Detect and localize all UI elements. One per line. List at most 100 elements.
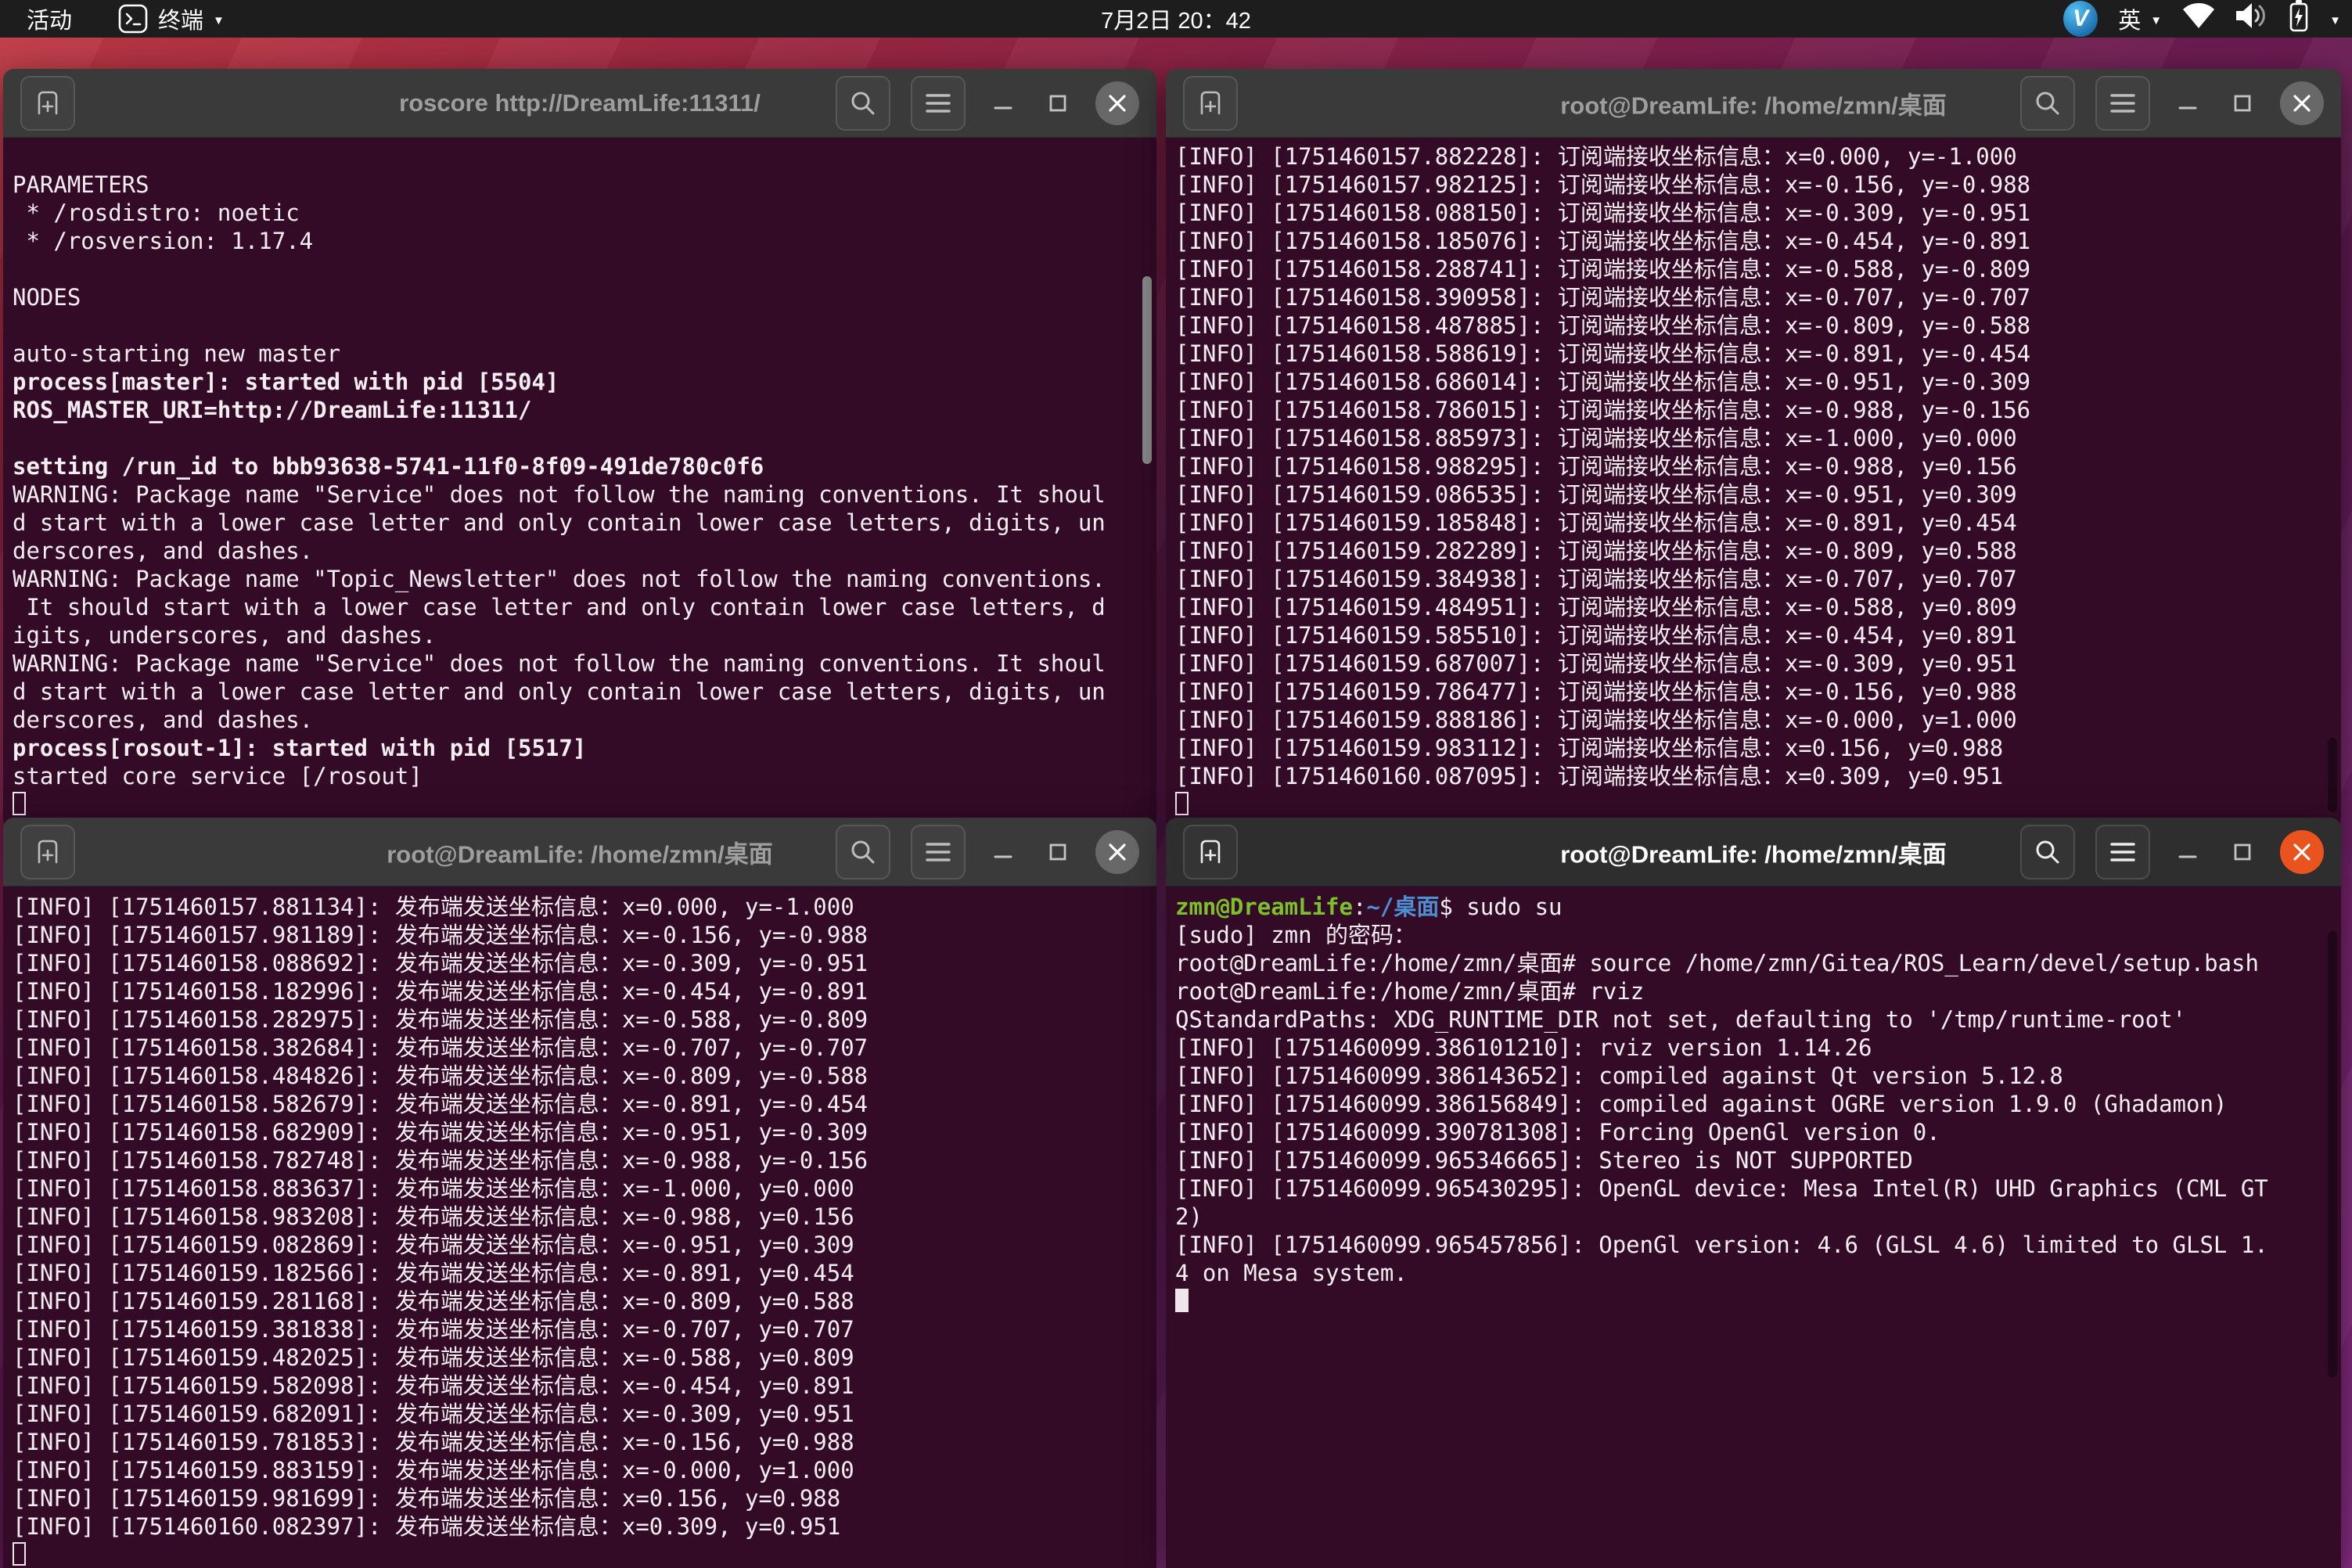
headerbar[interactable]: roscore http://DreamLife:11311/	[3, 69, 1156, 138]
terminal-line: WARNING: Package name "Service" does not…	[13, 649, 1147, 678]
app-menu-label: 终端	[158, 2, 203, 35]
terminal-line: [INFO] [1751460158.786015]: 订阅端接收坐标信息：x=…	[1175, 396, 2332, 424]
terminal-content[interactable]: [INFO] [1751460157.881134]: 发布端发送坐标信息：x=…	[3, 886, 1156, 1568]
terminal-line: [INFO] [1751460158.382684]: 发布端发送坐标信息：x=…	[13, 1034, 1147, 1062]
window-roscore: roscore http://DreamLife:11311/	[3, 69, 1156, 829]
menu-button[interactable]	[911, 825, 966, 879]
terminal-line: [INFO] [1751460159.682091]: 发布端发送坐标信息：x=…	[13, 1400, 1147, 1428]
terminal-line: * /rosdistro: noetic	[13, 199, 1147, 227]
terminal-line: WARNING: Package name "Service" does not…	[13, 480, 1147, 509]
terminal-line: [INFO] [1751460157.981189]: 发布端发送坐标信息：x=…	[13, 921, 1147, 949]
new-tab-button[interactable]	[1183, 825, 1238, 879]
minimize-button[interactable]	[986, 86, 1020, 120]
terminal-line: [INFO] [1751460099.965346665]: Stereo is…	[1175, 1146, 2332, 1174]
headerbar[interactable]: root@DreamLife: /home/zmn/桌面	[1166, 69, 2341, 138]
window-subscriber: root@DreamLife: /home/zmn/桌面	[1166, 69, 2341, 829]
scrollbar-thumb[interactable]	[1142, 276, 1152, 464]
terminal-cursor-row	[1175, 790, 2332, 818]
terminal-line: [INFO] [1751460158.288741]: 订阅端接收坐标信息：x=…	[1175, 255, 2332, 283]
terminal-line: [INFO] [1751460158.088150]: 订阅端接收坐标信息：x=…	[1175, 199, 2332, 227]
maximize-button[interactable]	[1041, 835, 1075, 869]
input-method-indicator[interactable]: 英 ▼	[2118, 0, 2162, 38]
window-title: root@DreamLife: /home/zmn/桌面	[1560, 835, 1947, 870]
terminal-line: d start with a lower case letter and onl…	[13, 509, 1147, 537]
terminal-line: [INFO] [1751460157.881134]: 发布端发送坐标信息：x=…	[13, 893, 1147, 921]
terminal-line: [INFO] [1751460158.484826]: 发布端发送坐标信息：x=…	[13, 1062, 1147, 1090]
terminal-line: [INFO] [1751460159.086535]: 订阅端接收坐标信息：x=…	[1175, 480, 2332, 509]
terminal-line: [INFO] [1751460099.386143652]: compiled …	[1175, 1062, 2332, 1090]
terminal-line: [INFO] [1751460159.185848]: 订阅端接收坐标信息：x=…	[1175, 509, 2332, 537]
minimize-button[interactable]	[2170, 86, 2205, 120]
terminal-line: [INFO] [1751460158.487885]: 订阅端接收坐标信息：x=…	[1175, 311, 2332, 340]
terminal-line: [INFO] [1751460158.582679]: 发布端发送坐标信息：x=…	[13, 1090, 1147, 1118]
terminal-cursor-row	[13, 1541, 1147, 1568]
battery-charging-icon[interactable]	[2289, 0, 2309, 38]
terminal-line: derscores, and dashes.	[13, 537, 1147, 565]
terminal-line: [INFO] [1751460159.983112]: 订阅端接收坐标信息：x=…	[1175, 734, 2332, 762]
terminal-content[interactable]: zmn@DreamLife:~/桌面$ sudo su[sudo] zmn 的密…	[1166, 886, 2341, 1568]
minimize-button[interactable]	[2170, 835, 2205, 869]
terminal-line: [INFO] [1751460159.687007]: 订阅端接收坐标信息：x=…	[1175, 649, 2332, 678]
activities-button[interactable]: 活动	[27, 0, 72, 38]
terminal-line: [INFO] [1751460157.982125]: 订阅端接收坐标信息：x=…	[1175, 171, 2332, 199]
search-button[interactable]	[2020, 825, 2075, 879]
maximize-button[interactable]	[1041, 86, 1075, 120]
terminal-line: igits, underscores, and dashes.	[13, 621, 1147, 649]
input-lang-label: 英	[2118, 2, 2141, 35]
chevron-down-icon: ▼	[213, 15, 225, 27]
scrollbar-thumb[interactable]	[2328, 738, 2337, 812]
terminal-line: * /rosversion: 1.17.4	[13, 227, 1147, 255]
terminal-line: [INFO] [1751460158.390958]: 订阅端接收坐标信息：x=…	[1175, 283, 2332, 311]
terminal-line: [INFO] [1751460159.384938]: 订阅端接收坐标信息：x=…	[1175, 565, 2332, 593]
close-button[interactable]	[1095, 830, 1139, 874]
terminal-line: ROS_MASTER_URI=http://DreamLife:11311/	[13, 396, 1147, 424]
close-button[interactable]	[2280, 830, 2324, 874]
new-tab-button[interactable]	[20, 825, 75, 879]
search-button[interactable]	[836, 825, 890, 879]
new-tab-button[interactable]	[1183, 76, 1238, 131]
terminal-content[interactable]: PARAMETERS * /rosdistro: noetic * /rosve…	[3, 138, 1156, 829]
maximize-button[interactable]	[2225, 86, 2260, 120]
new-tab-button[interactable]	[20, 76, 75, 131]
terminal-line: [INFO] [1751460158.782748]: 发布端发送坐标信息：x=…	[13, 1146, 1147, 1174]
terminal-line: [INFO] [1751460159.082869]: 发布端发送坐标信息：x=…	[13, 1231, 1147, 1259]
wifi-icon[interactable]	[2182, 2, 2215, 35]
clock[interactable]: 7月2日 20：42	[1101, 0, 1251, 38]
scrollbar-thumb[interactable]	[2328, 931, 2337, 1377]
terminal-content[interactable]: [INFO] [1751460157.882228]: 订阅端接收坐标信息：x=…	[1166, 138, 2341, 829]
terminal-line: root@DreamLife:/home/zmn/桌面# source /hom…	[1175, 949, 2332, 977]
search-button[interactable]	[836, 76, 890, 131]
terminal-line: [INFO] [1751460159.883159]: 发布端发送坐标信息：x=…	[13, 1456, 1147, 1484]
headerbar[interactable]: root@DreamLife: /home/zmn/桌面	[3, 818, 1156, 886]
terminal-line: [INFO] [1751460159.484951]: 订阅端接收坐标信息：x=…	[1175, 593, 2332, 621]
terminal-line: [INFO] [1751460159.182566]: 发布端发送坐标信息：x=…	[13, 1259, 1147, 1287]
terminal-line: [INFO] [1751460158.588619]: 订阅端接收坐标信息：x=…	[1175, 340, 2332, 368]
terminal-line: WARNING: Package name "Topic_Newsletter"…	[13, 565, 1147, 593]
search-button[interactable]	[2020, 76, 2075, 131]
terminal-line: [INFO] [1751460160.082397]: 发布端发送坐标信息：x=…	[13, 1512, 1147, 1541]
app-menu[interactable]: 终端 ▼	[117, 0, 225, 38]
terminal-line: [INFO] [1751460099.965430295]: OpenGL de…	[1175, 1174, 2332, 1203]
v2ray-tray-icon[interactable]: V	[2063, 1, 2098, 37]
menu-button[interactable]	[2095, 825, 2150, 879]
volume-icon[interactable]	[2235, 2, 2268, 35]
headerbar[interactable]: root@DreamLife: /home/zmn/桌面	[1166, 818, 2341, 886]
terminal-cursor	[1175, 792, 1189, 815]
system-top-bar: 活动 终端 ▼ 7月2日 20：42 V 英 ▼	[0, 0, 2352, 38]
window-title: root@DreamLife: /home/zmn/桌面	[1560, 86, 1947, 121]
terminal-line: root@DreamLife:/home/zmn/桌面# rviz	[1175, 977, 2332, 1005]
terminal-line: [INFO] [1751460159.786477]: 订阅端接收坐标信息：x=…	[1175, 678, 2332, 706]
system-menu-chevron-icon[interactable]: ▼	[2329, 15, 2341, 27]
menu-button[interactable]	[2095, 76, 2150, 131]
maximize-button[interactable]	[2225, 835, 2260, 869]
close-button[interactable]	[1095, 81, 1139, 125]
minimize-button[interactable]	[986, 835, 1020, 869]
menu-button[interactable]	[911, 76, 966, 131]
close-button[interactable]	[2280, 81, 2324, 125]
terminal-line: [INFO] [1751460157.882228]: 订阅端接收坐标信息：x=…	[1175, 142, 2332, 171]
terminal-cursor	[1175, 1289, 1189, 1312]
terminal-line: [INFO] [1751460160.087095]: 订阅端接收坐标信息：x=…	[1175, 762, 2332, 790]
terminal-line: [INFO] [1751460158.282975]: 发布端发送坐标信息：x=…	[13, 1005, 1147, 1034]
window-rviz-shell: root@DreamLife: /home/zmn/桌面	[1166, 818, 2341, 1568]
terminal-line: It should start with a lower case letter…	[13, 593, 1147, 621]
